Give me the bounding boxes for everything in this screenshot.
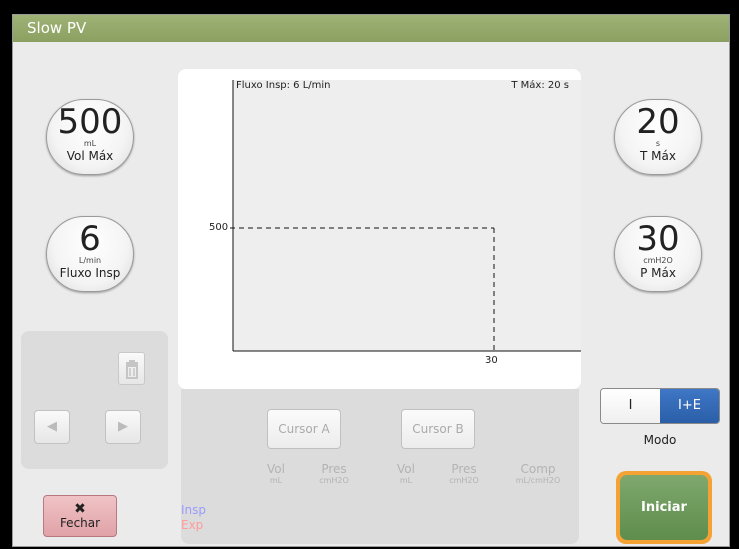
- fluxo-insp-value: 6: [79, 219, 101, 259]
- p-max-value: 30: [636, 219, 680, 259]
- col-comp: Comp mL/cmH2O: [503, 462, 573, 486]
- fluxo-insp-unit: L/min: [78, 256, 102, 265]
- fluxo-insp-knob[interactable]: 6 L/min Fluxo Insp: [46, 216, 134, 292]
- t-max-knob[interactable]: 20 s T Máx: [614, 99, 702, 175]
- mode-option-i-e[interactable]: I+E: [660, 389, 719, 423]
- prev-button[interactable]: ◀: [34, 410, 70, 444]
- col-pres-b-unit: cmH2O: [449, 476, 479, 485]
- start-button[interactable]: Iniciar: [620, 475, 708, 540]
- col-pres-a-name: Pres: [321, 462, 347, 476]
- col-pres-a-unit: cmH2O: [319, 476, 349, 485]
- col-vol-a-unit: mL: [269, 476, 283, 485]
- plot-info-tmax: T Máx: 20 s: [511, 80, 569, 91]
- legend-exp: Exp: [181, 518, 204, 532]
- p-max-label: P Máx: [640, 266, 676, 280]
- close-icon: ✖: [74, 501, 86, 517]
- close-label: Fechar: [59, 516, 101, 530]
- col-vol-b-name: Vol: [397, 462, 415, 476]
- vol-max-label: Vol Máx: [66, 149, 114, 163]
- vol-max-value: 500: [57, 102, 123, 142]
- t-max-label: T Máx: [640, 149, 676, 163]
- col-pres-b-name: Pres: [451, 462, 477, 476]
- cursor-a-button[interactable]: Cursor A: [267, 409, 341, 449]
- next-button[interactable]: ▶: [105, 410, 141, 444]
- mode-option-i[interactable]: I: [601, 389, 660, 423]
- pv-plot: Fluxo Insp: 6 L/min T Máx: 20 s 500 30: [178, 69, 581, 389]
- col-comp-name: Comp: [520, 462, 556, 476]
- mode-toggle[interactable]: I I+E: [600, 388, 720, 424]
- start-button-focus-ring: Iniciar: [616, 471, 712, 544]
- window-title: Slow PV: [13, 15, 729, 42]
- y-tick-label: 500: [209, 222, 229, 233]
- col-vol-b-unit: mL: [399, 476, 413, 485]
- col-pres-a: Pres cmH2O: [304, 462, 364, 486]
- plot-info-fluxo: Fluxo Insp: 6 L/min: [236, 80, 331, 91]
- legend-insp: Insp: [181, 503, 207, 517]
- close-button[interactable]: ✖ Fechar: [43, 495, 117, 537]
- delete-button[interactable]: [118, 352, 145, 385]
- vol-max-unit: mL: [83, 139, 97, 148]
- slow-pv-window: Slow PV 500 mL Vol Máx 6 L/min Fluxo Ins…: [12, 14, 730, 547]
- t-max-value: 20: [636, 102, 680, 142]
- p-max-unit: cmH2O: [643, 256, 673, 265]
- col-vol-a-name: Vol: [267, 462, 285, 476]
- pv-plot-svg: [230, 80, 581, 354]
- col-pres-b: Pres cmH2O: [434, 462, 494, 486]
- trash-icon: [126, 360, 138, 379]
- t-max-unit: s: [655, 139, 661, 148]
- cursor-nav-panel: ◀ ▶: [21, 331, 168, 469]
- arrow-left-icon: ◀: [47, 419, 57, 434]
- x-tick-label: 30: [485, 355, 498, 366]
- arrow-right-icon: ▶: [118, 419, 128, 434]
- mode-label: Modo: [643, 433, 677, 447]
- vol-max-knob[interactable]: 500 mL Vol Máx: [46, 99, 134, 175]
- cursor-panel: Cursor A Cursor B Vol mL Pres cmH2O Vol …: [181, 389, 579, 544]
- col-vol-b: Vol mL: [376, 462, 436, 486]
- p-max-knob[interactable]: 30 cmH2O P Máx: [614, 216, 702, 292]
- cursor-b-button[interactable]: Cursor B: [401, 409, 475, 449]
- fluxo-insp-label: Fluxo Insp: [59, 266, 121, 280]
- plot-area: [233, 80, 581, 351]
- col-comp-unit: mL/cmH2O: [515, 476, 561, 485]
- col-vol-a: Vol mL: [246, 462, 306, 486]
